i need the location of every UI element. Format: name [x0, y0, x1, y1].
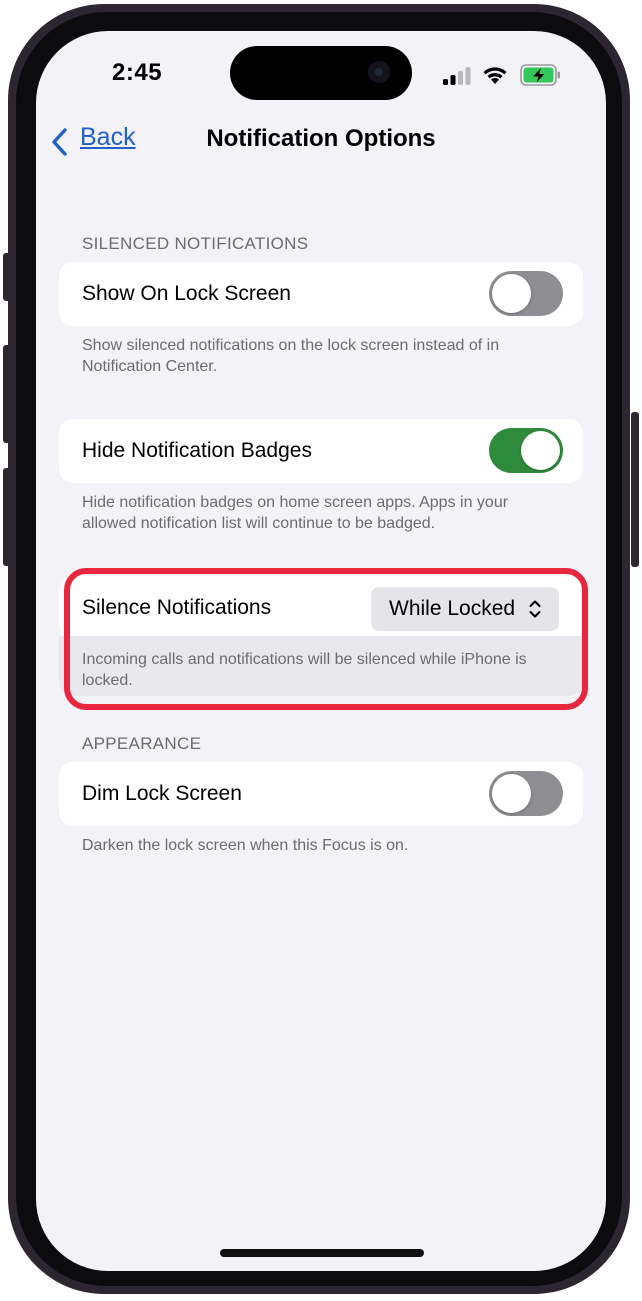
screen: 2:45 Back Notification Options SILENCED …: [36, 31, 606, 1271]
cellular-signal-icon: [443, 67, 471, 85]
toggle-knob: [521, 431, 560, 470]
battery-charging-icon: [520, 64, 560, 86]
show-on-lock-screen-toggle[interactable]: [489, 271, 563, 316]
toggle-knob: [492, 774, 531, 813]
toggle-knob: [492, 274, 531, 313]
dim-lock-screen-footer: Darken the lock screen when this Focus i…: [82, 837, 409, 854]
power-button: [631, 412, 639, 567]
section-header-appearance: APPEARANCE: [82, 734, 202, 753]
home-indicator[interactable]: [220, 1249, 424, 1257]
dim-lock-screen-toggle[interactable]: [489, 771, 563, 816]
hide-notification-badges-row[interactable]: Hide Notification Badges: [59, 419, 583, 483]
dim-lock-screen-label: Dim Lock Screen: [82, 782, 242, 805]
highlight-annotation: [64, 568, 588, 710]
show-on-lock-screen-label: Show On Lock Screen: [82, 282, 291, 305]
wifi-icon: [483, 67, 507, 84]
volume-down-button: [3, 468, 11, 566]
section-header-silenced: SILENCED NOTIFICATIONS: [82, 234, 309, 253]
hide-notification-badges-footer: Hide notification badges on home screen …: [82, 494, 509, 532]
hide-notification-badges-toggle[interactable]: [489, 428, 563, 473]
dim-lock-screen-row[interactable]: Dim Lock Screen: [59, 762, 583, 826]
hide-notification-badges-label: Hide Notification Badges: [82, 439, 312, 462]
page-title: Notification Options: [206, 125, 436, 152]
volume-up-button: [3, 345, 11, 443]
show-on-lock-screen-footer: Show silenced notifications on the lock …: [82, 337, 500, 375]
status-time: 2:45: [112, 59, 163, 86]
camera-lens: [375, 68, 383, 76]
show-on-lock-screen-row[interactable]: Show On Lock Screen: [59, 262, 583, 326]
action-button: [3, 253, 11, 301]
